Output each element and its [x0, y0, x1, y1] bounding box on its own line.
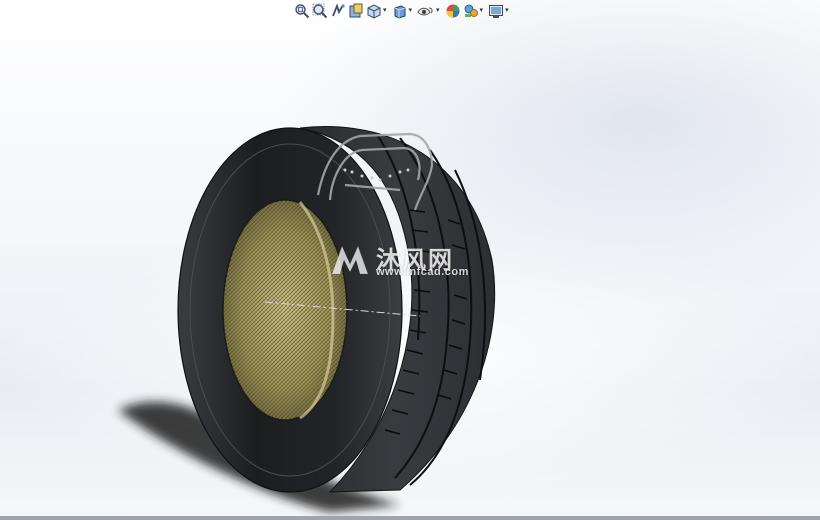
apply-scene-icon	[464, 4, 478, 17]
zoom-to-fit-button[interactable]	[294, 2, 310, 20]
section-view-icon	[349, 3, 363, 18]
tire-model[interactable]	[0, 0, 820, 516]
view-settings-button[interactable]: ▾	[488, 2, 512, 20]
chevron-down-icon: ▾	[383, 7, 387, 14]
inner-liner-mesh	[223, 200, 347, 420]
zoom-to-area-button[interactable]	[312, 2, 328, 20]
view-orientation-icon	[367, 4, 381, 19]
chevron-down-icon: ▾	[436, 7, 440, 14]
hide-show-items-button[interactable]: ▾	[417, 2, 443, 20]
zoom-to-fit-icon	[295, 4, 310, 19]
previous-view-icon	[332, 3, 345, 17]
hide-show-items-icon	[417, 7, 433, 16]
apply-scene-button[interactable]: ▾	[463, 2, 487, 20]
chevron-down-icon: ▾	[479, 7, 484, 14]
chevron-down-icon: ▾	[408, 7, 413, 14]
edit-appearance-icon	[446, 4, 460, 18]
view-settings-icon	[489, 5, 504, 18]
previous-view-button[interactable]	[330, 2, 346, 20]
heads-up-view-toolbar: ▾ ▾ ▾ ▾ ▾	[294, 2, 512, 20]
display-style-icon	[394, 5, 406, 19]
display-style-button[interactable]: ▾	[392, 2, 416, 20]
section-view-button[interactable]	[348, 2, 364, 20]
edit-appearance-button[interactable]	[445, 2, 461, 20]
chevron-down-icon: ▾	[505, 7, 509, 14]
viewport-bottom-border	[0, 516, 820, 520]
view-orientation-button[interactable]: ▾	[366, 2, 390, 20]
zoom-to-area-icon	[312, 3, 328, 19]
